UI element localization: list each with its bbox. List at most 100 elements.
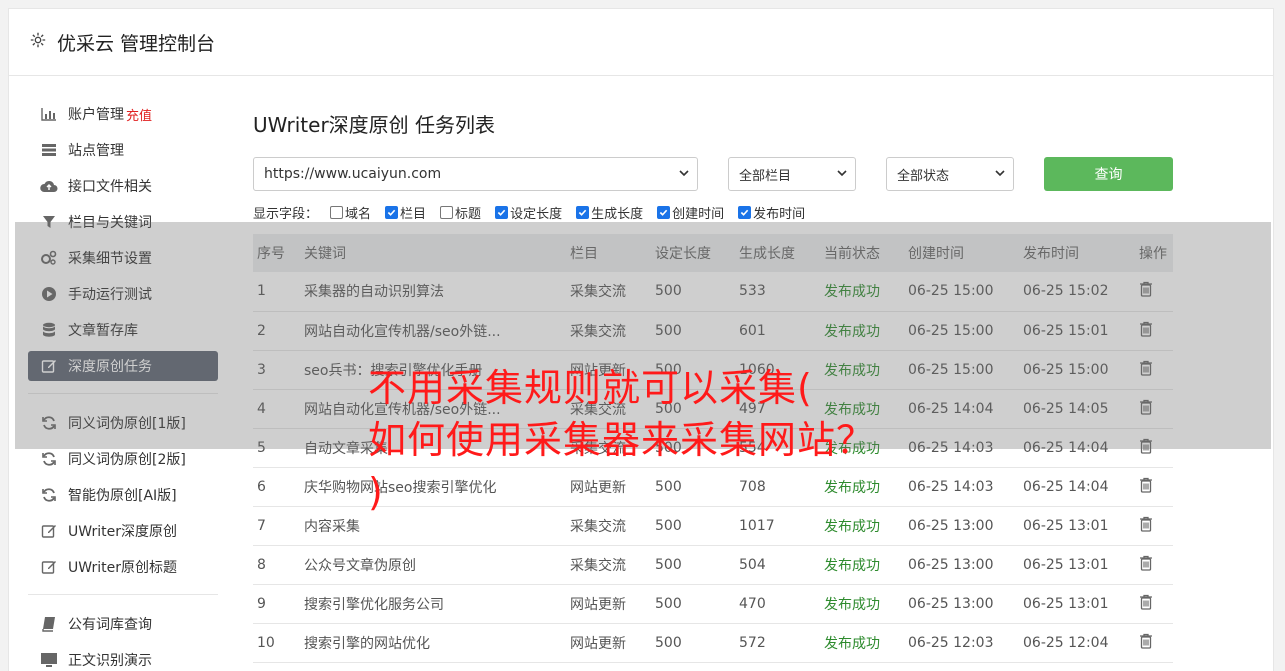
sidebar-item-label: 站点管理 — [68, 143, 124, 159]
bar-chart-icon — [40, 105, 58, 123]
field-checkbox[interactable]: 标题 — [440, 203, 481, 222]
sidebar-item[interactable]: 账户管理 充值 — [28, 99, 218, 129]
table-cell: 500 — [651, 584, 735, 624]
table-cell: 06-25 13:00 — [904, 584, 1019, 624]
monitor-icon — [40, 651, 58, 669]
table-cell: 搜索引擎优化服务公司 — [300, 584, 566, 624]
trash-icon[interactable] — [1139, 477, 1153, 497]
table-cell: 10 — [253, 623, 300, 663]
sidebar-item[interactable]: 公有词库查询 — [28, 609, 218, 639]
trash-icon[interactable] — [1139, 555, 1153, 575]
table-cell: 采集交流 — [566, 545, 651, 585]
display-fields: 显示字段： 域名 栏目 标题 设定长度 生成长度 创建时间 发布时间 — [253, 203, 1173, 222]
server-icon — [40, 141, 58, 159]
refresh-icon — [40, 450, 58, 468]
actions-cell — [1135, 467, 1173, 507]
table-cell: 8 — [253, 545, 300, 585]
actions-cell — [1135, 545, 1173, 585]
sidebar-item[interactable]: 接口文件相关 — [28, 171, 218, 201]
table-cell: 470 — [735, 584, 820, 624]
column-select[interactable]: 全部栏目 — [728, 157, 856, 191]
trash-icon[interactable] — [1139, 633, 1153, 653]
actions-cell — [1135, 584, 1173, 624]
edit-icon — [40, 558, 58, 576]
checkbox-empty-icon[interactable] — [330, 206, 344, 219]
checkbox-empty-icon[interactable] — [440, 206, 454, 219]
field-checkbox-label: 创建时间 — [672, 207, 725, 222]
table-cell: 搜索引擎的网站优化 — [300, 623, 566, 663]
site-select[interactable]: https://www.ucaiyun.com — [253, 157, 698, 191]
table-cell: 06-25 14:04 — [1019, 467, 1135, 507]
table-cell: 网站更新 — [566, 623, 651, 663]
refresh-icon — [40, 486, 58, 504]
field-checkbox-label: 标题 — [455, 207, 482, 222]
checkbox-checked-icon[interactable] — [576, 206, 590, 219]
recharge-link[interactable]: 充值 — [126, 105, 152, 124]
query-button[interactable]: 查询 — [1044, 157, 1173, 191]
table-cell: 06-25 12:03 — [904, 623, 1019, 663]
sidebar-item-label: 智能伪原创[AI版] — [68, 488, 177, 504]
table-row: 8 公众号文章伪原创 采集交流 500 504 发布成功 06-25 13:00 06-25 … — [253, 545, 1173, 585]
status-select[interactable]: 全部状态 — [886, 157, 1014, 191]
actions-cell — [1135, 506, 1173, 546]
field-checkbox[interactable]: 发布时间 — [738, 203, 805, 222]
trash-icon[interactable] — [1139, 516, 1153, 536]
gear-icon — [29, 31, 47, 53]
site-select-value: https://www.ucaiyun.com — [264, 166, 442, 182]
table-row: 10 搜索引擎的网站优化 网站更新 500 572 发布成功 06-25 12:03 06-2… — [253, 623, 1173, 663]
sidebar-item-label: 账户管理 — [68, 107, 124, 123]
sidebar-divider — [28, 594, 218, 595]
table-cell: 572 — [735, 623, 820, 663]
sidebar-item-label: 正文识别演示 — [68, 653, 152, 669]
field-checkbox-label: 生成长度 — [591, 207, 644, 222]
field-checkbox[interactable]: 生成长度 — [576, 203, 643, 222]
checkbox-checked-icon[interactable] — [657, 206, 671, 219]
table-row: 9 搜索引擎优化服务公司 网站更新 500 470 发布成功 06-25 13:00 06-2… — [253, 584, 1173, 624]
sidebar-item[interactable]: 智能伪原创[AI版] — [28, 480, 218, 510]
overlay-line-3: ) — [368, 470, 384, 514]
app-title: 优采云 管理控制台 — [57, 32, 216, 55]
overlay-line-2: 如何使用采集器来采集网站？ — [368, 418, 876, 462]
display-fields-label: 显示字段： — [253, 207, 319, 222]
field-checkbox[interactable]: 设定长度 — [495, 203, 562, 222]
status-select-value: 全部状态 — [897, 168, 950, 184]
sidebar-item-label: 公有词库查询 — [68, 617, 152, 633]
table-cell: 06-25 13:01 — [1019, 506, 1135, 546]
checkbox-checked-icon[interactable] — [385, 206, 399, 219]
chevron-down-icon — [679, 166, 689, 182]
checkbox-checked-icon[interactable] — [738, 206, 752, 219]
chevron-down-icon — [995, 167, 1005, 182]
field-checkbox-label: 发布时间 — [753, 207, 806, 222]
table-cell: 500 — [651, 545, 735, 585]
cloud-upload-icon — [40, 177, 58, 195]
chevron-down-icon — [837, 167, 847, 182]
sidebar-item[interactable]: 正文识别演示 — [28, 645, 218, 671]
sidebar-item-label: UWriter原创标题 — [68, 560, 177, 576]
table-cell: 7 — [253, 506, 300, 546]
field-checkbox[interactable]: 栏目 — [385, 203, 426, 222]
table-cell: 发布成功 — [820, 623, 904, 663]
table-cell: 网站更新 — [566, 584, 651, 624]
table-cell: 06-25 12:04 — [1019, 623, 1135, 663]
sidebar-item[interactable]: 站点管理 — [28, 135, 218, 165]
column-select-value: 全部栏目 — [739, 168, 792, 184]
filter-bar: https://www.ucaiyun.com 全部栏目 全部状态 查询 — [253, 157, 1173, 191]
field-checkbox[interactable]: 域名 — [330, 203, 371, 222]
sidebar-item[interactable]: UWriter深度原创 — [28, 516, 218, 546]
overlay-line-1: 不用采集规则就可以采集( — [368, 366, 813, 410]
page-title: UWriter深度原创 任务列表 — [253, 113, 496, 137]
overlay-headline: 不用采集规则就可以采集( 如何使用采集器来采集网站？ ) — [368, 362, 928, 518]
field-checkbox-label: 设定长度 — [510, 207, 563, 222]
sidebar-item-label: UWriter深度原创 — [68, 524, 177, 540]
book-icon — [40, 615, 58, 633]
table-cell: 9 — [253, 584, 300, 624]
header: 优采云 管理控制台 — [9, 9, 1273, 76]
table-cell: 06-25 13:01 — [1019, 545, 1135, 585]
checkbox-checked-icon[interactable] — [495, 206, 509, 219]
actions-cell — [1135, 623, 1173, 663]
table-cell: 500 — [651, 623, 735, 663]
sidebar-item[interactable]: UWriter原创标题 — [28, 552, 218, 582]
edit-icon — [40, 522, 58, 540]
trash-icon[interactable] — [1139, 594, 1153, 614]
field-checkbox[interactable]: 创建时间 — [657, 203, 724, 222]
